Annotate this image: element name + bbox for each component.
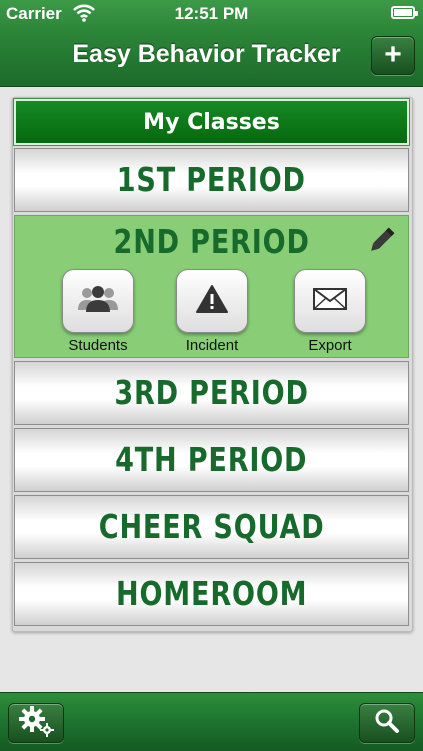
- export-button[interactable]: [294, 269, 366, 333]
- class-row-1st-period[interactable]: 1ST PERIOD: [14, 148, 409, 212]
- students-icon: [76, 284, 120, 319]
- students-action[interactable]: Students: [62, 269, 134, 354]
- search-button[interactable]: [359, 703, 415, 743]
- status-bar: Carrier 12:51 PM: [0, 0, 423, 28]
- students-label: Students: [68, 337, 128, 354]
- export-action[interactable]: Export: [294, 269, 366, 354]
- class-label: 3RD PERIOD: [114, 373, 309, 412]
- gear-icon: [16, 704, 56, 743]
- class-label: 2ND PERIOD: [113, 222, 310, 261]
- plus-icon: +: [384, 38, 402, 71]
- page-title: Easy Behavior Tracker: [72, 40, 341, 68]
- search-icon: [374, 708, 400, 739]
- incident-action[interactable]: Incident: [176, 269, 248, 354]
- class-label: 1ST PERIOD: [116, 160, 307, 199]
- class-label: 4TH PERIOD: [115, 440, 308, 479]
- battery-icon: [391, 6, 418, 19]
- pencil-icon[interactable]: [364, 224, 398, 258]
- class-row-2nd-period-expanded[interactable]: 2ND PERIOD Students Incident Export: [14, 215, 409, 358]
- class-row-3rd-period[interactable]: 3RD PERIOD: [14, 361, 409, 425]
- warning-icon: [195, 284, 229, 319]
- class-row-4th-period[interactable]: 4TH PERIOD: [14, 428, 409, 492]
- students-button[interactable]: [62, 269, 134, 333]
- section-header: My Classes: [13, 98, 410, 146]
- settings-button[interactable]: [8, 703, 64, 743]
- incident-label: Incident: [185, 337, 239, 354]
- class-label: HOMEROOM: [115, 574, 308, 613]
- class-row-homeroom[interactable]: HOMEROOM: [14, 562, 409, 626]
- top-bar: Carrier 12:51 PM Easy Behavior Tracker +: [0, 0, 423, 87]
- add-class-button[interactable]: +: [371, 36, 415, 75]
- clock: 12:51 PM: [174, 4, 249, 23]
- bottom-toolbar: [0, 692, 423, 751]
- class-label: CHEER SQUAD: [98, 507, 325, 546]
- incident-button[interactable]: [176, 269, 248, 333]
- class-row-cheer-squad[interactable]: CHEER SQUAD: [14, 495, 409, 559]
- export-label: Export: [308, 337, 352, 354]
- envelope-icon: [312, 286, 348, 317]
